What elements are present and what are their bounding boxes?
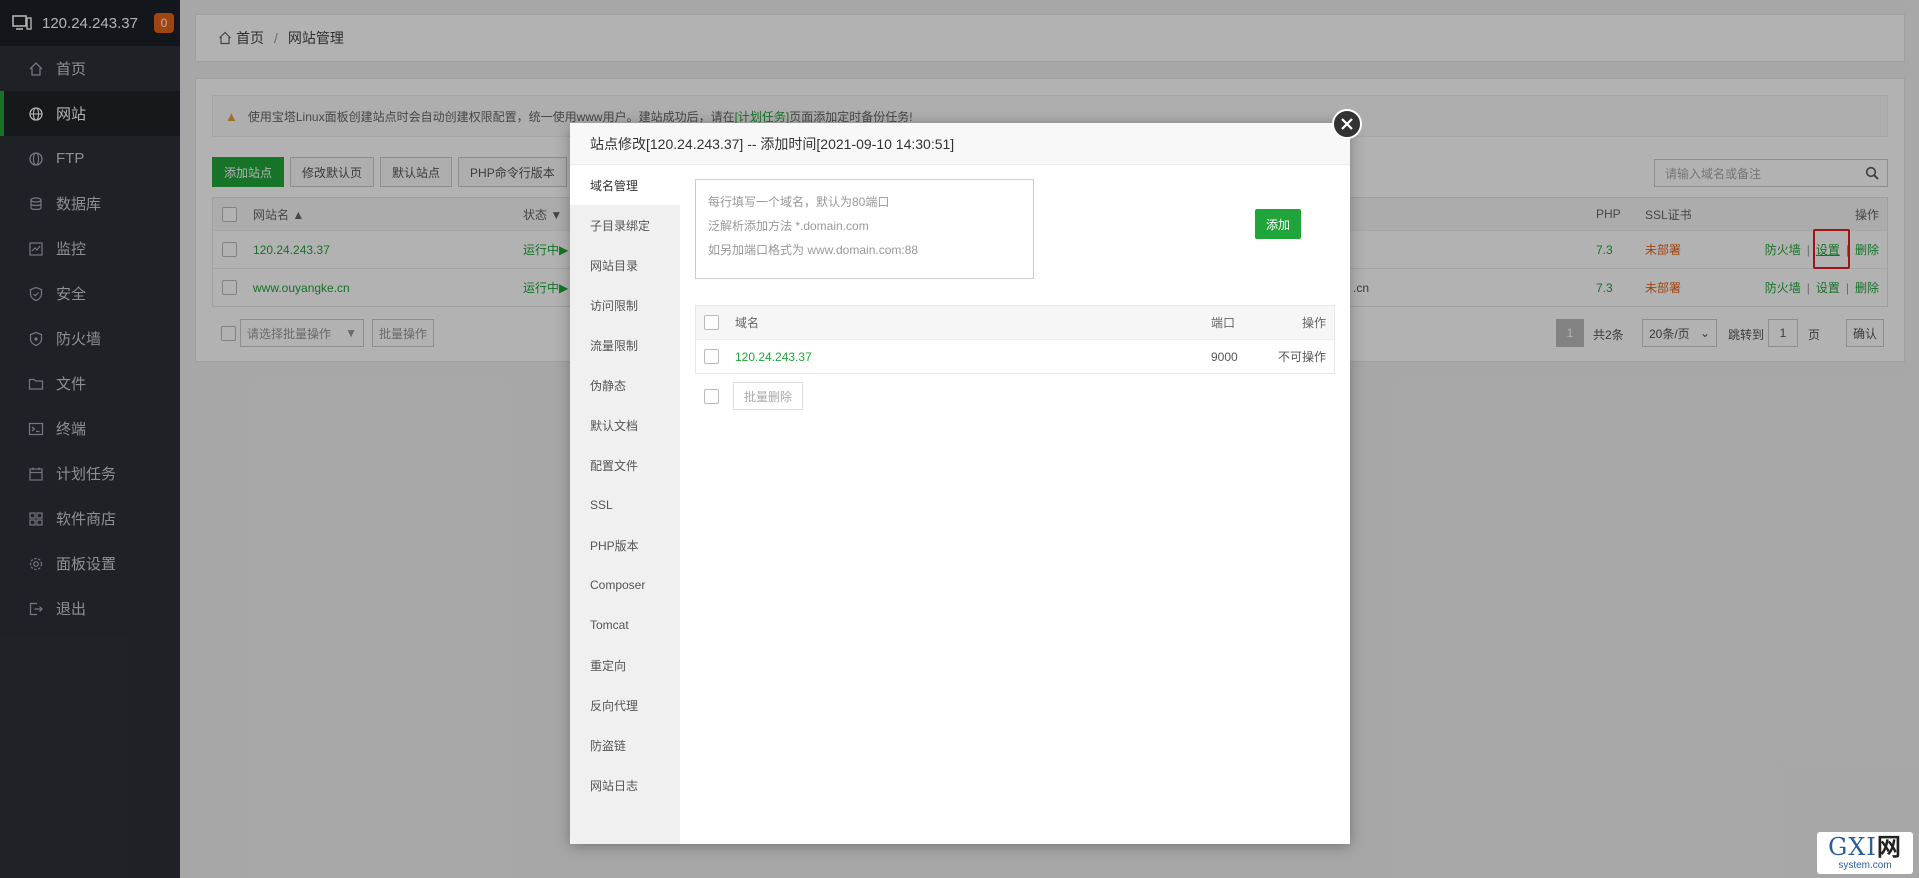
bulk-actions: 批量删除	[695, 382, 804, 410]
table-row: 120.24.243.37 9000 不可操作	[696, 340, 1334, 373]
domain-row-checkbox[interactable]	[704, 349, 719, 364]
select-all-domains-checkbox[interactable]	[704, 315, 719, 330]
domain-link[interactable]: 120.24.243.37	[735, 350, 812, 364]
header-port: 端口	[1211, 316, 1236, 330]
watermark-brand: GXI网	[1828, 832, 1902, 861]
textarea-hint: 泛解析添加方法 *.domain.com	[708, 219, 869, 233]
domain-op: 不可操作	[1277, 350, 1326, 364]
menu-config-file[interactable]: 配置文件	[570, 445, 680, 485]
domain-table-header: 域名 端口 操作	[696, 306, 1334, 340]
menu-site-directory[interactable]: 网站目录	[570, 245, 680, 285]
menu-access-limit[interactable]: 访问限制	[570, 285, 680, 325]
domain-table: 域名 端口 操作 120.24.243.37 9000 不可操作	[695, 305, 1335, 374]
modal-title: 站点修改[120.24.243.37] -- 添加时间[2021-09-10 1…	[570, 123, 1350, 165]
menu-reverse-proxy[interactable]: 反向代理	[570, 685, 680, 725]
header-domain: 域名	[735, 316, 760, 330]
menu-default-doc[interactable]: 默认文档	[570, 405, 680, 445]
watermark-domain: system.com	[1838, 860, 1892, 871]
menu-composer[interactable]: Composer	[570, 565, 680, 605]
menu-rewrite[interactable]: 伪静态	[570, 365, 680, 405]
menu-hotlink-protection[interactable]: 防盗链	[570, 725, 680, 765]
domain-management-panel: 每行填写一个域名，默认为80端口 泛解析添加方法 *.domain.com 如另…	[695, 179, 1335, 844]
watermark-cn: 网	[1876, 832, 1902, 861]
textarea-hint: 每行填写一个域名，默认为80端口	[708, 195, 890, 209]
bulk-select-checkbox[interactable]	[704, 388, 719, 404]
watermark-x: X	[1848, 833, 1867, 861]
menu-tomcat[interactable]: Tomcat	[570, 605, 680, 645]
header-domain-ops: 操作	[1301, 316, 1326, 330]
menu-domain-management[interactable]: 域名管理	[570, 165, 680, 205]
modal-side-menu: 域名管理 子目录绑定 网站目录 访问限制 流量限制 伪静态 默认文档 配置文件 …	[570, 165, 680, 844]
menu-traffic-limit[interactable]: 流量限制	[570, 325, 680, 365]
watermark-i: I	[1866, 833, 1877, 861]
textarea-hint: 如另加端口格式为 www.domain.com:88	[708, 243, 919, 257]
menu-site-log[interactable]: 网站日志	[570, 765, 680, 805]
close-icon[interactable]	[1332, 109, 1362, 139]
add-domain-button[interactable]: 添加	[1255, 209, 1301, 239]
menu-ssl[interactable]: SSL	[570, 485, 680, 525]
menu-subdir-binding[interactable]: 子目录绑定	[570, 205, 680, 245]
domain-textarea[interactable]: 每行填写一个域名，默认为80端口 泛解析添加方法 *.domain.com 如另…	[695, 179, 1034, 279]
domain-port: 9000	[1211, 349, 1238, 364]
menu-redirect[interactable]: 重定向	[570, 645, 680, 685]
site-watermark-logo: GXI网 system.com	[1817, 832, 1913, 874]
menu-php-version[interactable]: PHP版本	[570, 525, 680, 565]
watermark-g: G	[1828, 833, 1849, 861]
site-edit-modal: 站点修改[120.24.243.37] -- 添加时间[2021-09-10 1…	[570, 109, 1362, 844]
bulk-delete-button[interactable]: 批量删除	[733, 382, 804, 410]
